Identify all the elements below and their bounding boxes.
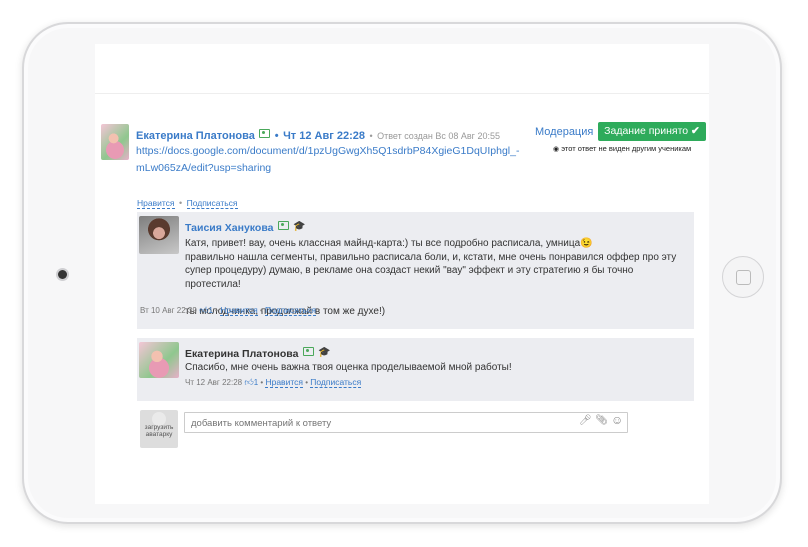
comment-author[interactable]: Таисия Ханукова — [185, 222, 274, 234]
separator: • — [178, 198, 183, 208]
accept-button-label: Задание принято — [604, 125, 689, 137]
comment: Екатерина Платонова 🎓 Спасибо, мне очень… — [137, 338, 694, 401]
separator: • — [305, 378, 309, 387]
separator: • — [274, 130, 279, 142]
avatar[interactable] — [139, 342, 179, 378]
accept-button[interactable]: Задание принято ✔ — [598, 122, 706, 141]
comment-blank-line — [185, 291, 690, 305]
hidden-note-text: этот ответ не виден другим ученикам — [561, 144, 692, 153]
comment-author[interactable]: Екатерина Платонова — [185, 348, 298, 360]
like-link[interactable]: Нравится — [220, 305, 258, 316]
avatar[interactable] — [101, 124, 129, 160]
answer-header: Екатерина Платонова • Чт 12 Авг 22:28 • … — [136, 126, 500, 144]
avatar[interactable] — [139, 216, 179, 254]
check-icon: ✔ — [691, 125, 700, 137]
upload-avatar-label: загрузить аватарку — [140, 424, 178, 438]
comment-text: Спасибо, мне очень важна твоя оценка про… — [185, 361, 690, 375]
eye-hidden-icon: ◉ — [553, 146, 560, 153]
comment: Таисия Ханукова 🎓 Катя, привет! вау, оче… — [137, 212, 694, 329]
graduation-cap-icon: 🎓 — [293, 221, 306, 233]
subscribe-link[interactable]: Подписаться — [265, 305, 316, 316]
answer-date: Чт 12 Авг 22:28 — [283, 130, 366, 142]
comment-line: супер процедуру) думаю, в рекламе она со… — [185, 265, 634, 290]
separator: • — [215, 306, 218, 315]
comment-line: Спасибо, мне очень важна твоя оценка про… — [185, 362, 512, 373]
answer-link-line[interactable]: https://docs.google.com/document/d/1pzUg… — [136, 143, 526, 160]
subscribe-link[interactable]: Подписаться — [310, 377, 362, 388]
upload-avatar-line: загрузить — [144, 424, 174, 431]
answer-link[interactable]: https://docs.google.com/document/d/1pzUg… — [136, 143, 526, 177]
upload-avatar-line: аватарку — [145, 431, 173, 438]
answer-created-note: Ответ создан Вс 08 Авг 20:55 — [377, 131, 500, 141]
money-badge-icon — [277, 221, 289, 231]
comment-meta: Чт 12 Авг 22:28 👍︎1 • Нравится • Подписа… — [185, 377, 362, 388]
comment-line: Катя, привет! вау, очень классная майнд-… — [185, 238, 593, 249]
like-count: 1 — [253, 378, 259, 387]
graduation-cap-icon: 🎓 — [318, 347, 331, 359]
home-button[interactable] — [722, 256, 764, 298]
like-link[interactable]: Нравится — [265, 377, 303, 388]
upload-avatar[interactable]: загрузить аватарку — [140, 410, 178, 448]
paperclip-icon[interactable]: 📎︎ — [595, 415, 608, 426]
microphone-icon[interactable]: 🎤︎ — [579, 415, 592, 426]
thumbs-up-icon[interactable]: 👍︎ — [244, 377, 253, 387]
answer-actions: Нравится • Подписаться — [137, 193, 238, 211]
smiley-icon[interactable]: ☺ — [611, 413, 623, 427]
screen: Екатерина Платонова • Чт 12 Авг 22:28 • … — [95, 44, 709, 504]
answer-author[interactable]: Екатерина Платонова — [136, 130, 255, 142]
comment-line: правильно нашла сегменты, правильно расп… — [185, 251, 677, 263]
comment-date: Вт 10 Авг 22:39 — [140, 306, 197, 315]
camera — [58, 270, 67, 279]
moderation-link[interactable]: Модерация — [535, 126, 593, 138]
money-badge-icon — [259, 129, 271, 139]
comment-input[interactable] — [189, 414, 573, 433]
divider — [95, 93, 709, 94]
like-count: 1 — [208, 306, 213, 315]
like-link[interactable]: Нравится — [137, 198, 175, 209]
money-badge-icon — [302, 347, 314, 357]
separator: • — [369, 131, 373, 141]
separator: • — [260, 378, 264, 387]
comment-header: Таисия Ханукова 🎓 — [185, 218, 306, 236]
separator: • — [259, 306, 263, 315]
subscribe-link[interactable]: Подписаться — [186, 198, 238, 209]
comment-meta: Вт 10 Авг 22:39 👍︎1 • Нравится • Подписа… — [140, 305, 316, 316]
hidden-note: ◉ этот ответ не виден другим ученикам — [553, 144, 691, 153]
comment-input-box[interactable]: 🎤︎ 📎︎ ☺ — [184, 412, 628, 433]
comment-date: Чт 12 Авг 22:28 — [185, 378, 243, 387]
answer-link-line[interactable]: mLw065zA/edit?usp=sharing — [136, 160, 526, 177]
comment-header: Екатерина Платонова 🎓 — [185, 344, 331, 362]
